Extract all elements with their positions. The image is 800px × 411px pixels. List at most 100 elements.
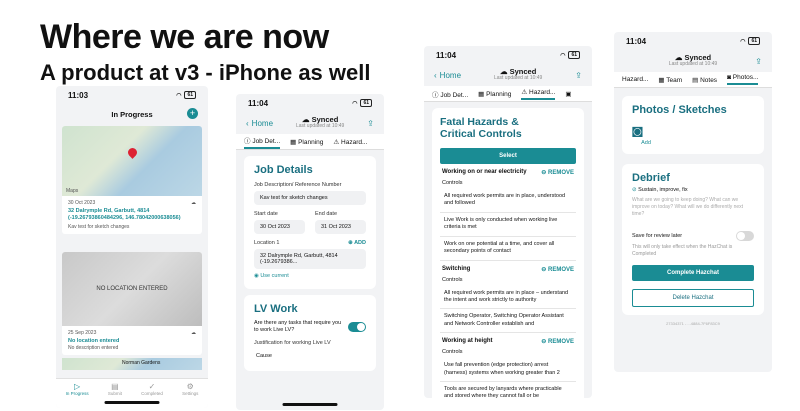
job-map[interactable]: Maps bbox=[62, 126, 202, 196]
field-label: Start date bbox=[254, 211, 278, 217]
phone-hazards: 11:04 ◠ 61 ‹ Home ☁ Synced Last updated at … bbox=[424, 46, 592, 398]
back-button[interactable]: ‹ Home bbox=[434, 71, 461, 80]
status-time: 11:04 bbox=[626, 36, 647, 46]
lv-work-card: LV Work Are there any tasks that require… bbox=[244, 295, 376, 372]
control-item[interactable]: Tools are secured by lanyards where prac… bbox=[440, 382, 576, 398]
wifi-icon: ◠ bbox=[352, 100, 358, 107]
hazard-group-header: Working on or near electricity ⊖ REMOVE bbox=[440, 164, 576, 179]
add-location-button[interactable]: ⊕ ADD bbox=[348, 240, 366, 246]
home-indicator bbox=[104, 401, 160, 404]
tab-label: Planning bbox=[298, 138, 324, 146]
remove-label: REMOVE bbox=[547, 170, 574, 176]
play-icon: ▷ bbox=[74, 382, 81, 391]
review-toggle[interactable] bbox=[736, 231, 754, 241]
back-button[interactable]: ‹ Home bbox=[246, 119, 273, 128]
tab-strip: ⓘ Job Det... ▦ Planning ⚠ Hazard... ▣ bbox=[424, 86, 592, 102]
sync-status: ☁ Synced Last updated at 10:49 bbox=[669, 54, 717, 68]
control-item[interactable]: Live Work is only conducted when working… bbox=[440, 212, 576, 237]
job-card-3-map[interactable]: Norman Gardens bbox=[62, 358, 202, 371]
share-icon[interactable]: ⇪ bbox=[575, 71, 582, 80]
end-date-picker[interactable]: 31 Oct 2023 bbox=[315, 220, 366, 234]
add-photo-button[interactable]: ◙ Add bbox=[632, 122, 660, 146]
control-item[interactable]: Switching Operator, Switching Operator A… bbox=[440, 309, 576, 334]
job-date: 30 Oct 2023 bbox=[68, 200, 96, 206]
tab-planning[interactable]: ▦ Planning bbox=[290, 138, 323, 146]
hazard-name: Working at height bbox=[442, 338, 493, 345]
delete-hazchat-button[interactable]: Delete Hazchat bbox=[632, 289, 754, 307]
live-lv-toggle[interactable] bbox=[348, 322, 366, 333]
tab-label: Planning bbox=[486, 90, 512, 98]
status-bar: 11:04 ◠ 61 bbox=[424, 46, 592, 64]
status-bar: 11:04 ◠ 61 bbox=[614, 32, 772, 50]
remove-button[interactable]: ⊖ REMOVE bbox=[541, 169, 574, 176]
phone-in-progress: 11:03 ◠ 61 In Progress + Maps 30 Oct 2023… bbox=[56, 86, 208, 408]
remove-button[interactable]: ⊖ REMOVE bbox=[541, 266, 574, 273]
lv-question: Are there any tasks that require you to … bbox=[254, 320, 342, 334]
control-item[interactable]: All required work permits are in place, … bbox=[440, 189, 576, 213]
tab-hazards[interactable]: ⚠ Hazard... bbox=[521, 88, 556, 100]
tab-team[interactable]: ▦ Team bbox=[658, 76, 682, 84]
sync-subtitle: Last updated at 10:49 bbox=[295, 123, 345, 130]
tab-settings[interactable]: ⚙ Settings bbox=[182, 382, 198, 408]
nav-bar: ‹ Home ☁ Synced Last updated at 10:49 ⇪ bbox=[424, 64, 592, 86]
tab-job-details[interactable]: ⓘ Job Det... bbox=[432, 89, 468, 99]
map-label: Norman Gardens bbox=[122, 360, 161, 367]
field-label: Job Description/ Reference Number bbox=[254, 182, 342, 188]
share-icon[interactable]: ⇪ bbox=[367, 119, 374, 128]
field-label: Justification for working Live LV bbox=[254, 340, 331, 347]
job-card-2[interactable]: NO LOCATION ENTERED 25 Sep 2023 ☁ No loca… bbox=[62, 252, 202, 356]
tab-planning[interactable]: ▦ Planning bbox=[478, 90, 511, 98]
share-icon[interactable]: ⇪ bbox=[755, 57, 762, 66]
tab-hazards[interactable]: ⚠ Hazard... bbox=[333, 138, 367, 146]
section-title: LV Work bbox=[254, 303, 298, 315]
tab-submit[interactable]: ▤ Submit bbox=[108, 382, 122, 408]
tab-hazards[interactable]: Hazard... bbox=[622, 76, 648, 83]
tab-notes[interactable]: ▤ Notes bbox=[692, 76, 717, 84]
phone-photos-debrief: 11:04 ◠ 61 ☁ Synced Last updated at 10:49 … bbox=[614, 32, 772, 372]
job-description: No description entered bbox=[68, 345, 119, 352]
start-date-picker[interactable]: 30 Oct 2023 bbox=[254, 220, 305, 234]
justification-input[interactable]: Cause bbox=[254, 349, 366, 364]
remove-button[interactable]: ⊖ REMOVE bbox=[541, 338, 574, 345]
battery-icon: 61 bbox=[568, 51, 580, 59]
chevron-left-icon: ‹ bbox=[434, 70, 437, 80]
battery-icon: 61 bbox=[184, 91, 196, 99]
camera-add-icon: ◙ bbox=[632, 121, 643, 141]
tab-label: Job Det... bbox=[440, 91, 469, 99]
section-title: Job Details bbox=[254, 164, 313, 176]
debrief-textarea[interactable]: What are we going to keep doing? What ca… bbox=[632, 197, 754, 227]
complete-hazchat-button[interactable]: Complete Hazchat bbox=[632, 265, 754, 281]
use-current-location-button[interactable]: ◉ Use current bbox=[254, 273, 366, 279]
controls-label: Controls bbox=[442, 180, 463, 186]
battery-icon: 61 bbox=[360, 99, 372, 107]
section-title: Debrief bbox=[632, 172, 670, 184]
status-bar: 11:03 ◠ 61 bbox=[56, 86, 208, 104]
section-title: Photos / Sketches bbox=[632, 104, 727, 116]
tab-photos[interactable]: ◙ Photos... bbox=[727, 74, 759, 85]
remove-label: REMOVE bbox=[547, 339, 574, 346]
tab-job-details[interactable]: ⓘ Job Det... bbox=[244, 135, 281, 149]
slide-subtitle: A product at v3 - iPhone as well bbox=[40, 60, 371, 85]
photos-card: Photos / Sketches ◙ Add bbox=[622, 96, 764, 154]
select-hazard-button[interactable]: Select bbox=[440, 148, 576, 164]
nav-bar: ‹ Home ☁ Synced Last updated at 10:49 ⇪ bbox=[236, 112, 384, 134]
hazards-card: Fatal Hazards & Critical Controls Select… bbox=[432, 108, 584, 398]
tab-in-progress[interactable]: ▷ In Progress bbox=[66, 382, 89, 408]
tab-more[interactable]: ▣ bbox=[565, 90, 571, 98]
notes-icon: ▤ bbox=[692, 76, 701, 84]
back-label: Home bbox=[251, 118, 274, 128]
control-item[interactable]: Work on one potential at a time, and cov… bbox=[440, 236, 576, 261]
add-job-button[interactable]: + bbox=[187, 108, 198, 119]
control-item[interactable]: All required work permits are in place –… bbox=[440, 285, 576, 310]
control-item[interactable]: Use fall prevention (edge protection) ar… bbox=[440, 358, 576, 383]
tab-completed[interactable]: ✓ Completed bbox=[141, 382, 163, 408]
location-input[interactable]: 32 Dalrymple Rd, Garbutt, 4814 (-19.2679… bbox=[254, 249, 366, 269]
field-label: Location 1 bbox=[254, 240, 280, 246]
reference-input[interactable]: Kav test for sketch changes bbox=[254, 191, 366, 205]
tab-strip: Hazard... ▦ Team ▤ Notes ◙ Photos... bbox=[614, 72, 772, 88]
controls-label: Controls bbox=[442, 276, 463, 283]
job-card-1[interactable]: Maps 30 Oct 2023 ☁ 32 Dalrymple Rd, Garbu… bbox=[62, 126, 202, 235]
tab-label: Settings bbox=[182, 391, 199, 396]
debrief-card: Debrief ⊘ Sustain, improve, fix What are… bbox=[622, 164, 764, 315]
use-current-label: Use current bbox=[260, 273, 289, 279]
